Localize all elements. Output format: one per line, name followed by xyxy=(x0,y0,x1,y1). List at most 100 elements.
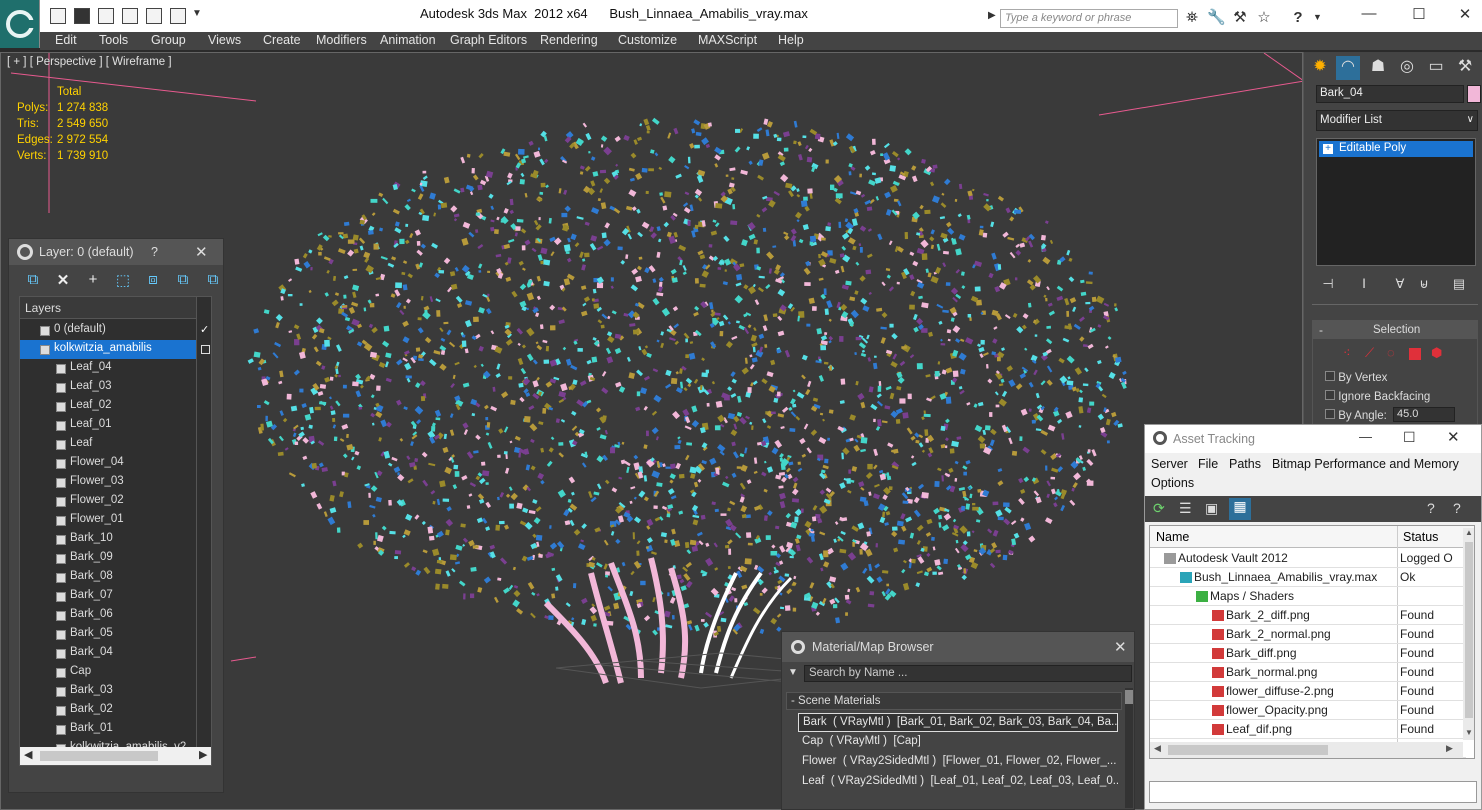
layer-row[interactable]: Flower_04 xyxy=(20,454,196,473)
project-folder-icon[interactable] xyxy=(170,8,186,24)
asset-row[interactable]: Bush_Linnaea_Amabilis_vray.max Ok xyxy=(1150,568,1466,587)
material-item[interactable]: Cap ( VRayMtl ) [Cap] xyxy=(798,733,1118,752)
vertex-mode-icon[interactable]: ⁖ xyxy=(1343,345,1351,361)
menu-bitmap-performance[interactable]: Bitmap Performance and Memory xyxy=(1272,457,1459,471)
hold-icon[interactable] xyxy=(122,8,138,24)
select-objects-in-layer-icon[interactable]: ⬚ xyxy=(113,271,133,291)
by-angle-option[interactable]: By Angle: xyxy=(1325,409,1387,422)
layer-row[interactable]: Cap xyxy=(20,663,196,682)
asset-row[interactable]: Bark_diff.png Found xyxy=(1150,644,1466,663)
menu-maxscript[interactable]: MAXScript xyxy=(698,33,757,47)
pin-stack-icon[interactable]: ⊣ xyxy=(1318,276,1338,294)
layer-row[interactable]: Flower_02 xyxy=(20,492,196,511)
layer-row[interactable]: Flower_03 xyxy=(20,473,196,492)
asset-row[interactable]: flower_diffuse-2.png Found xyxy=(1150,682,1466,701)
configure-sets-icon[interactable]: ▤ xyxy=(1449,276,1469,294)
menu-server[interactable]: Server xyxy=(1151,457,1188,471)
layer-help-button[interactable]: ? xyxy=(151,245,158,259)
material-browser-titlebar[interactable]: Material/Map Browser ✕ xyxy=(782,632,1134,662)
layer-row[interactable]: 0 (default) xyxy=(20,321,196,340)
help-search-input[interactable]: Type a keyword or phrase xyxy=(1000,9,1178,28)
scroll-thumb[interactable] xyxy=(40,751,158,761)
maximize-icon[interactable]: ☐ xyxy=(1404,5,1434,25)
scroll-right-icon[interactable]: ▶ xyxy=(199,748,207,761)
asset-vertical-scrollbar[interactable]: ▲ ▼ xyxy=(1463,528,1474,740)
asset-row[interactable]: Bark_normal.png Found xyxy=(1150,663,1466,682)
delete-layer-icon[interactable]: ✕ xyxy=(53,271,73,291)
angle-spinner[interactable]: 45.0 xyxy=(1393,407,1455,422)
quick-access-dropdown-icon[interactable]: ▼ xyxy=(192,8,202,19)
close-icon[interactable]: ✕ xyxy=(195,243,208,261)
layer-row[interactable]: kolkwitzia_amabilis xyxy=(20,340,196,359)
close-icon[interactable]: ✕ xyxy=(1114,638,1127,656)
scroll-up-icon[interactable]: ▲ xyxy=(1465,528,1473,537)
menu-create[interactable]: Create xyxy=(263,33,301,47)
create-layer-icon[interactable]: ⧉ xyxy=(23,271,43,291)
asset-row[interactable]: Bark_2_diff.png Found xyxy=(1150,606,1466,625)
layer-dialog-titlebar[interactable]: Layer: 0 (default) ? ✕ xyxy=(9,239,223,265)
ignore-backfacing-option[interactable]: Ignore Backfacing xyxy=(1325,390,1430,403)
menu-group[interactable]: Group xyxy=(151,33,186,47)
modify-tab-icon[interactable]: ◠ xyxy=(1336,56,1360,80)
display-tab-icon[interactable]: ▭ xyxy=(1424,56,1448,80)
menu-graph-editors[interactable]: Graph Editors xyxy=(450,33,527,47)
binoculars-icon[interactable]: ⛯ xyxy=(1183,9,1201,27)
layer-row[interactable]: Bark_06 xyxy=(20,606,196,625)
material-search-input[interactable]: Search by Name ... xyxy=(804,665,1132,682)
modifier-list-dropdown[interactable]: Modifier List ∨ xyxy=(1316,110,1478,131)
app-menu-button[interactable] xyxy=(0,0,40,48)
asset-row[interactable]: Leaf_dif.png Found xyxy=(1150,720,1466,739)
menu-modifiers[interactable]: Modifiers xyxy=(316,33,367,47)
minimize-icon[interactable]: — xyxy=(1359,429,1372,444)
show-end-result-icon[interactable]: Ⅰ xyxy=(1354,276,1374,294)
layer-row[interactable]: Bark_01 xyxy=(20,720,196,739)
menu-customize[interactable]: Customize xyxy=(618,33,677,47)
material-vertical-scrollbar[interactable] xyxy=(1125,688,1133,808)
layer-horizontal-scrollbar[interactable]: ◀ ▶ xyxy=(20,747,211,765)
highlight-selected-layer-icon[interactable]: ⧈ xyxy=(143,271,163,291)
hide-unhide-all-icon[interactable]: ⧉ xyxy=(173,271,193,291)
layers-column-header[interactable]: Layers xyxy=(20,297,196,319)
add-to-layer-icon[interactable]: + xyxy=(83,271,103,291)
layer-row[interactable]: Leaf_04 xyxy=(20,359,196,378)
modifier-stack[interactable]: + Editable Poly xyxy=(1316,138,1476,266)
scroll-thumb[interactable] xyxy=(1125,690,1133,704)
layer-row[interactable]: Bark_05 xyxy=(20,625,196,644)
utilities-tab-icon[interactable]: ⚒ xyxy=(1453,56,1477,80)
col-status-header[interactable]: Status xyxy=(1403,530,1438,544)
ignore-backfacing-checkbox[interactable] xyxy=(1325,390,1335,400)
asset-row[interactable]: Autodesk Vault 2012 Logged O xyxy=(1150,549,1466,568)
layer-row[interactable]: Bark_09 xyxy=(20,549,196,568)
layer-row[interactable]: Bark_07 xyxy=(20,587,196,606)
set-current-layer-icon[interactable] xyxy=(201,345,210,354)
new-file-icon[interactable] xyxy=(50,8,66,24)
menu-rendering[interactable]: Rendering xyxy=(540,33,598,47)
layer-row[interactable]: Bark_02 xyxy=(20,701,196,720)
by-vertex-checkbox[interactable] xyxy=(1325,371,1335,381)
edge-mode-icon[interactable]: ⟋ xyxy=(1365,345,1374,361)
favorites-star-icon[interactable]: ☆ xyxy=(1255,9,1273,27)
polygon-mode-icon[interactable] xyxy=(1409,348,1421,360)
freeze-unfreeze-all-icon[interactable]: ⧉ xyxy=(203,271,223,291)
subscription-key-icon[interactable]: 🔧 xyxy=(1207,9,1226,27)
by-angle-checkbox[interactable] xyxy=(1325,409,1335,419)
search-expand-icon[interactable]: ▶ xyxy=(988,10,996,21)
menu-paths[interactable]: Paths xyxy=(1229,457,1261,471)
create-tab-icon[interactable]: ✹ xyxy=(1308,56,1332,80)
object-name-field[interactable]: Bark_04 xyxy=(1316,85,1464,103)
make-unique-icon[interactable]: ∀ xyxy=(1390,276,1410,294)
close-icon[interactable]: ✕ xyxy=(1447,428,1460,446)
remove-modifier-icon[interactable]: ⊌ xyxy=(1414,276,1434,294)
layer-row[interactable]: Bark_08 xyxy=(20,568,196,587)
table-view-icon[interactable]: ▦ xyxy=(1229,498,1251,520)
rollout-header[interactable]: - Selection xyxy=(1313,321,1477,339)
help-icon[interactable]: ? xyxy=(1427,500,1435,516)
expand-plus-icon[interactable]: + xyxy=(1323,144,1333,154)
layer-row[interactable]: Bark_04 xyxy=(20,644,196,663)
layer-row[interactable]: Leaf_01 xyxy=(20,416,196,435)
minimize-icon[interactable]: — xyxy=(1354,5,1384,25)
layer-row[interactable]: Bark_10 xyxy=(20,530,196,549)
stack-item-editable-poly[interactable]: + Editable Poly xyxy=(1319,141,1473,157)
menu-file[interactable]: File xyxy=(1198,457,1218,471)
layer-row[interactable]: Bark_03 xyxy=(20,682,196,701)
